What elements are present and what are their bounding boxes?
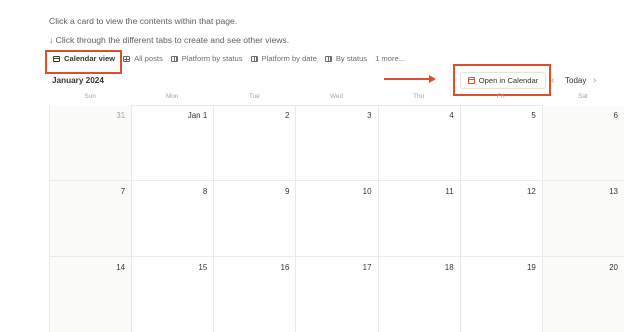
day-number: 16 <box>280 263 290 272</box>
calendar-day-cell[interactable]: 15 <box>131 257 213 332</box>
calendar-day-cell[interactable]: 12 <box>459 181 542 256</box>
calendar-day-cell[interactable]: 13 <box>541 181 624 256</box>
calendar-week-row: 14 15 16 17 18 19 20 <box>49 257 624 332</box>
tab-platform-by-date[interactable]: Platform by date <box>250 54 317 63</box>
calendar-day-cell[interactable]: 4 <box>377 105 460 180</box>
tab-more[interactable]: 1 more... <box>375 54 405 63</box>
calendar-day-cell[interactable]: 3 <box>295 105 377 180</box>
calendar-day-cell[interactable]: 16 <box>213 257 295 332</box>
calendar-day-cell[interactable]: 18 <box>377 257 460 332</box>
calendar-day-cell[interactable]: 10 <box>295 181 377 256</box>
annotation-arrow-line <box>384 78 430 80</box>
calendar-day-cell[interactable]: 20 <box>541 257 624 332</box>
chevron-right-icon[interactable]: › <box>593 75 596 86</box>
day-number: 4 <box>449 111 454 120</box>
calendar-day-cell[interactable]: 14 <box>49 257 132 332</box>
highlight-box-calendar-tab <box>45 50 122 74</box>
day-number: 11 <box>445 187 454 196</box>
day-number: 9 <box>284 187 290 196</box>
board-icon <box>170 55 178 62</box>
tab-by-status[interactable]: By status <box>324 54 368 63</box>
day-number: 19 <box>526 263 536 272</box>
tab-label: 1 more... <box>375 54 406 63</box>
annotation-arrow-head <box>429 75 436 83</box>
day-number: 7 <box>120 187 126 196</box>
calendar-grid: 31 Jan 1 2 3 4 5 6 7 8 9 10 11 12 13 14 … <box>49 105 624 332</box>
day-number: 3 <box>367 111 372 120</box>
weekday-label: Thu <box>413 93 425 100</box>
day-number: 5 <box>531 111 536 120</box>
tab-label: By status <box>335 54 368 63</box>
day-number: 15 <box>198 263 208 272</box>
tab-platform-by-status[interactable]: Platform by status <box>170 54 243 63</box>
weekday-label: Sun <box>84 93 96 100</box>
open-in-calendar-button[interactable]: Open in Calendar <box>460 72 546 89</box>
tab-label: Platform by status <box>181 54 243 63</box>
calendar-day-cell[interactable]: 31 <box>49 105 132 180</box>
day-number: 10 <box>362 187 372 196</box>
month-title: January 2024 <box>52 76 104 85</box>
day-number: 14 <box>116 263 126 272</box>
chevron-left-icon[interactable]: ‹ <box>551 75 554 86</box>
table-icon <box>123 55 131 62</box>
tab-all-posts[interactable]: All posts <box>123 54 163 63</box>
day-number: 13 <box>609 187 618 196</box>
calendar-day-cell[interactable]: 17 <box>295 257 377 332</box>
calendar-day-cell[interactable]: 7 <box>49 181 132 256</box>
calendar-day-cell[interactable]: 9 <box>213 181 295 256</box>
tab-label: All posts <box>134 54 163 63</box>
calendar-day-cell[interactable]: 2 <box>213 105 295 180</box>
day-number: 20 <box>609 263 618 272</box>
calendar-day-cell[interactable]: 11 <box>377 181 460 256</box>
calendar-icon <box>467 77 475 84</box>
day-number: 8 <box>202 187 208 196</box>
board-icon <box>324 55 332 62</box>
day-number: 2 <box>284 111 290 120</box>
intro-text-line-2: ↓ Click through the different tabs to cr… <box>49 35 290 45</box>
weekday-label: Mon <box>165 93 179 100</box>
day-number: 17 <box>362 263 372 272</box>
day-number: Jan 1 <box>187 111 208 120</box>
day-number: 18 <box>444 263 454 272</box>
calendar-day-cell[interactable]: 6 <box>541 105 624 180</box>
day-number: 6 <box>613 111 618 120</box>
weekday-label: Sat <box>578 93 588 100</box>
calendar-day-cell[interactable]: 5 <box>459 105 542 180</box>
weekday-label: Tue <box>248 93 260 100</box>
today-button[interactable]: Today <box>565 76 586 85</box>
board-icon <box>250 55 258 62</box>
intro-text-line-1: Click a card to view the contents within… <box>49 16 238 26</box>
calendar-day-cell[interactable]: 8 <box>131 181 213 256</box>
calendar-week-row: 7 8 9 10 11 12 13 <box>49 181 624 257</box>
calendar-day-cell[interactable]: Jan 1 <box>131 105 213 180</box>
open-in-calendar-label: Open in Calendar <box>478 76 539 85</box>
calendar-day-cell[interactable]: 19 <box>459 257 542 332</box>
weekday-label: Fri <box>497 93 505 100</box>
tab-label: Platform by date <box>261 54 317 63</box>
day-number: 31 <box>116 111 126 120</box>
day-number: 12 <box>526 187 536 196</box>
calendar-week-row: 31 Jan 1 2 3 4 5 6 <box>49 105 624 181</box>
weekday-label: Wed <box>329 93 343 100</box>
